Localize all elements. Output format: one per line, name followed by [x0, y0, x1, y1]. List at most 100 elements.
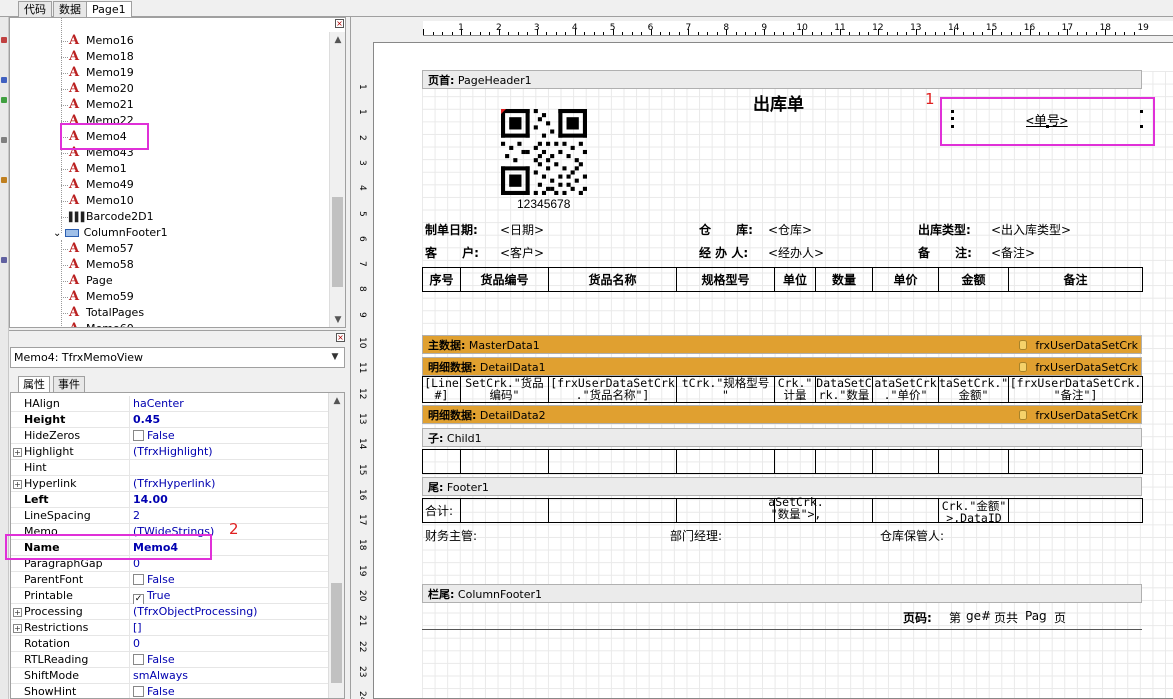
- tree-item[interactable]: A Memo1: [69, 161, 127, 177]
- column-header-cell[interactable]: 备注: [1009, 271, 1142, 292]
- page-text-ye[interactable]: 页: [1054, 609, 1066, 626]
- scroll-down-icon[interactable]: ▼: [330, 312, 345, 327]
- column-header-cell[interactable]: 金额: [939, 271, 1008, 292]
- page-number-label[interactable]: 页码:: [903, 609, 932, 626]
- property-value[interactable]: haCenter: [129, 396, 329, 412]
- property-scrollbar[interactable]: ▲: [328, 393, 344, 698]
- property-value[interactable]: (TfrxObjectProcessing): [129, 604, 329, 620]
- tab-code[interactable]: 代码: [18, 1, 52, 17]
- property-row[interactable]: ShowHint False: [11, 684, 329, 698]
- property-row[interactable]: Printable ✓ True: [11, 588, 329, 604]
- column-header-cell[interactable]: 货品编号: [461, 271, 548, 292]
- property-value[interactable]: False: [129, 428, 329, 444]
- property-row[interactable]: Left 14.00: [11, 492, 329, 508]
- property-value[interactable]: ✓ True: [129, 588, 329, 604]
- checkbox[interactable]: [133, 430, 144, 441]
- column-header-cell[interactable]: 数量: [816, 271, 872, 292]
- property-value[interactable]: [129, 460, 329, 476]
- report-title[interactable]: 出库单: [753, 90, 804, 115]
- tree-item[interactable]: A Memo18: [69, 49, 134, 65]
- property-value[interactable]: []: [129, 620, 329, 636]
- tab-properties[interactable]: 属性: [18, 376, 50, 392]
- page-text-total[interactable]: 页共: [994, 609, 1018, 626]
- band-column-footer[interactable]: 栏尾: ColumnFooter1: [422, 584, 1142, 603]
- column-header-cell[interactable]: 货品名称: [549, 271, 676, 292]
- checkbox[interactable]: ✓: [133, 594, 144, 604]
- value-out-type[interactable]: <出入库类型>: [991, 221, 1071, 238]
- detail-data-cell[interactable]: taSetCrk." 金额": [939, 377, 1008, 403]
- chevron-down-icon[interactable]: ▼: [328, 349, 342, 366]
- property-row[interactable]: ParentFont False: [11, 572, 329, 588]
- value-customer[interactable]: <客户>: [500, 244, 544, 261]
- tree-item[interactable]: A Memo49: [69, 177, 134, 193]
- value-date[interactable]: <日期>: [500, 221, 544, 238]
- band-child[interactable]: 子: Child1: [422, 428, 1142, 447]
- property-row[interactable]: + Highlight (TfrxHighlight): [11, 444, 329, 460]
- detail-data-cell[interactable]: [Line #]: [423, 377, 460, 403]
- tab-page1[interactable]: Page1: [86, 1, 132, 18]
- scroll-thumb[interactable]: [332, 197, 343, 287]
- tree-item[interactable]: ⌄ ColumnFooter1: [53, 225, 168, 241]
- object-selector[interactable]: Memo4: TfrxMemoView ▼: [10, 347, 345, 368]
- checkbox[interactable]: [133, 686, 144, 697]
- toolbar-tool-icon[interactable]: [1, 137, 7, 143]
- signature-dept-manager[interactable]: 部门经理:: [670, 527, 722, 544]
- property-row[interactable]: Height 0.45: [11, 412, 329, 428]
- property-row[interactable]: ShiftMode smAlways: [11, 668, 329, 684]
- value-handler[interactable]: <经办人>: [768, 244, 824, 261]
- tree-item[interactable]: A Page: [69, 273, 113, 289]
- toolbar-tool-icon[interactable]: [1, 77, 7, 83]
- tree-item[interactable]: A Memo57: [69, 241, 134, 257]
- tree-item[interactable]: A Memo16: [69, 33, 134, 49]
- signature-finance[interactable]: 财务主管:: [425, 527, 477, 544]
- checkbox[interactable]: [133, 654, 144, 665]
- toolbar-tool-icon[interactable]: [1, 97, 7, 103]
- scroll-thumb[interactable]: [331, 583, 342, 683]
- tree-item[interactable]: AMemo60: [69, 321, 134, 327]
- value-remark[interactable]: <备注>: [991, 244, 1035, 261]
- band-footer[interactable]: 尾: Footer1: [422, 477, 1142, 496]
- property-row[interactable]: + Processing (TfrxObjectProcessing): [11, 604, 329, 620]
- band-master-data[interactable]: 主数据: MasterData1 frxUserDataSetCrk: [422, 335, 1142, 354]
- tree-item[interactable]: A Memo19: [69, 65, 134, 81]
- tree-item[interactable]: A TotalPages: [69, 305, 144, 321]
- band-page-header[interactable]: 页首: PageHeader1: [422, 70, 1142, 89]
- property-row[interactable]: + Restrictions[]: [11, 620, 329, 636]
- property-row[interactable]: Hint: [11, 460, 329, 476]
- close-icon[interactable]: ×: [336, 333, 345, 342]
- toolbar-tool-icon[interactable]: [1, 177, 7, 183]
- band-detail-data2[interactable]: 明细数据: DetailData2 frxUserDataSetCrk: [422, 405, 1142, 424]
- scroll-up-icon[interactable]: ▲: [330, 32, 345, 48]
- page-number-field[interactable]: ge#: [966, 609, 991, 623]
- detail-data-cell[interactable]: tCrk."规格型号 ": [677, 377, 774, 403]
- detail-data-cell[interactable]: [frxUserDataSetCrk ."货品名称"]: [549, 377, 676, 403]
- property-row[interactable]: HideZeros False: [11, 428, 329, 444]
- property-row[interactable]: Rotation 0: [11, 636, 329, 652]
- column-header-cell[interactable]: 单位: [775, 271, 815, 292]
- scroll-up-icon[interactable]: ▲: [329, 393, 344, 409]
- qr-code-image[interactable]: [501, 109, 587, 195]
- checkbox[interactable]: [133, 574, 144, 585]
- toolbar-tool-icon[interactable]: [1, 257, 7, 263]
- property-value[interactable]: 14.00: [129, 492, 329, 508]
- property-value[interactable]: 0: [129, 636, 329, 652]
- band-detail-data1[interactable]: 明细数据: DetailData1 frxUserDataSetCrk: [422, 357, 1142, 376]
- page-text-di[interactable]: 第: [949, 609, 961, 626]
- footer-total-label[interactable]: 合计:: [425, 502, 453, 519]
- tree-item[interactable]: A Memo20: [69, 81, 134, 97]
- tree-item[interactable]: ▌▌▌Barcode2D1: [69, 209, 154, 225]
- tree-item[interactable]: A Memo59: [69, 289, 134, 305]
- column-header-cell[interactable]: 规格型号: [677, 271, 774, 292]
- detail-data-cell[interactable]: ataSetCrk ."单价": [873, 377, 938, 403]
- tree-scrollbar[interactable]: ▲ ▼: [329, 32, 345, 327]
- tree-item[interactable]: A Memo58: [69, 257, 134, 273]
- close-icon[interactable]: ×: [335, 19, 344, 28]
- footer-qty-memo[interactable]: aSetCrk. "数量">,: [768, 496, 824, 522]
- tab-data[interactable]: 数据: [53, 1, 87, 17]
- property-value[interactable]: False: [129, 652, 329, 668]
- property-value[interactable]: (TfrxHighlight): [129, 444, 329, 460]
- signature-warehouse-keeper[interactable]: 仓库保管人:: [880, 527, 944, 544]
- property-value[interactable]: False: [129, 684, 329, 698]
- property-row[interactable]: LineSpacing 2: [11, 508, 329, 524]
- detail-data-cell[interactable]: DataSetC rk."数量: [816, 377, 872, 403]
